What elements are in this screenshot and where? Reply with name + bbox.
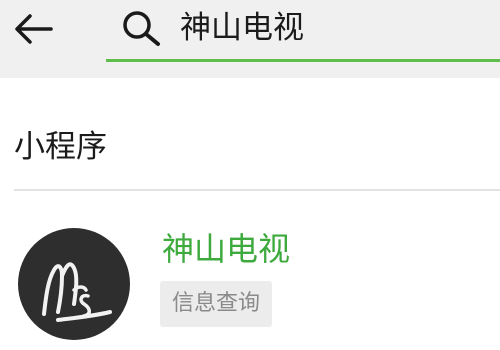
arrow-left-icon <box>15 14 53 44</box>
section-title-mini-programs: 小程序 <box>14 129 107 165</box>
back-button[interactable] <box>12 12 54 46</box>
result-name[interactable]: 神山电视 <box>162 230 290 268</box>
section-divider <box>14 189 500 191</box>
search-query-text[interactable]: 神山电视 <box>180 10 304 46</box>
search-header: 神山电视 <box>0 0 500 78</box>
mountain-logo-icon <box>42 262 112 322</box>
search-results-screen: 神山电视 小程序 神山电视 信息查询 <box>0 0 500 350</box>
avatar <box>18 228 130 340</box>
result-item[interactable]: 神山电视 信息查询 <box>0 192 500 350</box>
search-icon <box>123 11 160 46</box>
search-input[interactable]: 神山电视 <box>106 0 500 62</box>
category-tag: 信息查询 <box>160 281 273 327</box>
search-underline <box>106 59 500 62</box>
